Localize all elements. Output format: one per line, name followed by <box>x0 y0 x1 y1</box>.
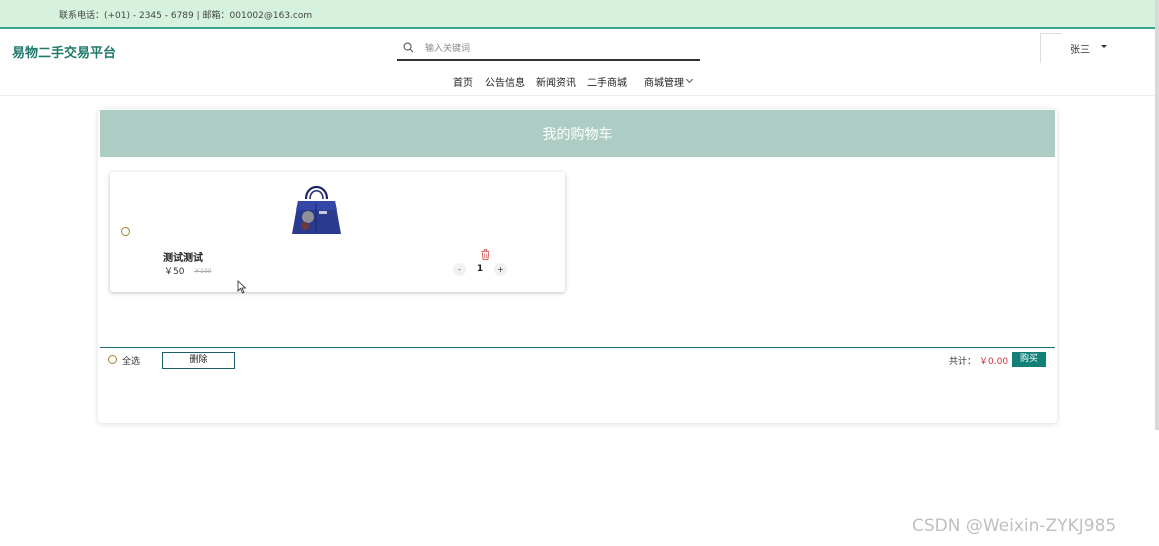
page-title: 我的购物车 <box>542 127 613 143</box>
product-name[interactable]: 测试测试 <box>163 249 203 264</box>
total-label: 共计： <box>949 357 977 367</box>
contact-info: 联系电话：(+01) - 2345 - 6789 | 邮箱：001002@163… <box>59 11 313 21</box>
watermark: CSDN @Weixin-ZYKJ985 <box>912 516 1117 536</box>
select-all-label[interactable]: 全选 <box>122 354 140 367</box>
nav-item-mall[interactable]: 二手商城 <box>587 74 627 89</box>
cart-item-card: 测试测试 ￥50 ￥100 - 1 + <box>110 172 565 292</box>
trash-icon[interactable] <box>481 249 490 260</box>
divider <box>100 347 1055 348</box>
top-contact-bar: 联系电话：(+01) - 2345 - 6789 | 邮箱：001002@163… <box>0 0 1159 29</box>
nav-item-home[interactable]: 首页 <box>453 74 473 89</box>
quantity-value: 1 <box>476 264 484 274</box>
delete-button[interactable]: 删除 <box>162 352 235 369</box>
mouse-cursor-icon <box>237 280 247 294</box>
nav-item-mall-management[interactable]: 商城管理 <box>644 74 684 89</box>
site-header: 易物二手交易平台 张三 首页 公告信息 新闻资讯 二手商城 商城管理 <box>0 29 1159 96</box>
cart-panel: 我的购物车 测试测试 ￥50 ￥100 - 1 + 全选 删除 共计： ￥0.0… <box>98 109 1057 423</box>
quantity-stepper: - 1 + <box>451 263 509 277</box>
username[interactable]: 张三 <box>1070 41 1090 56</box>
nav-item-announcements[interactable]: 公告信息 <box>485 74 525 89</box>
caret-down-icon[interactable] <box>1101 45 1107 48</box>
search-input[interactable] <box>425 41 685 57</box>
product-image[interactable] <box>288 177 345 237</box>
nav-item-news[interactable]: 新闻资讯 <box>536 74 576 89</box>
cart-header: 我的购物车 <box>100 110 1055 157</box>
product-price: ￥50 <box>164 267 185 277</box>
chevron-down-icon[interactable] <box>685 75 694 84</box>
select-all-radio[interactable] <box>108 355 117 364</box>
product-original-price: ￥100 <box>194 268 212 275</box>
search-bar <box>397 38 700 61</box>
scrollbar[interactable] <box>1155 0 1159 430</box>
search-icon[interactable] <box>403 42 414 53</box>
increase-button[interactable]: + <box>494 263 507 276</box>
buy-button[interactable]: 购买 <box>1012 352 1046 367</box>
decrease-button[interactable]: - <box>453 263 466 276</box>
avatar[interactable] <box>1040 33 1062 63</box>
item-select-radio[interactable] <box>121 227 130 236</box>
site-logo[interactable]: 易物二手交易平台 <box>12 42 116 61</box>
total-value: ￥0.00 <box>979 357 1009 367</box>
